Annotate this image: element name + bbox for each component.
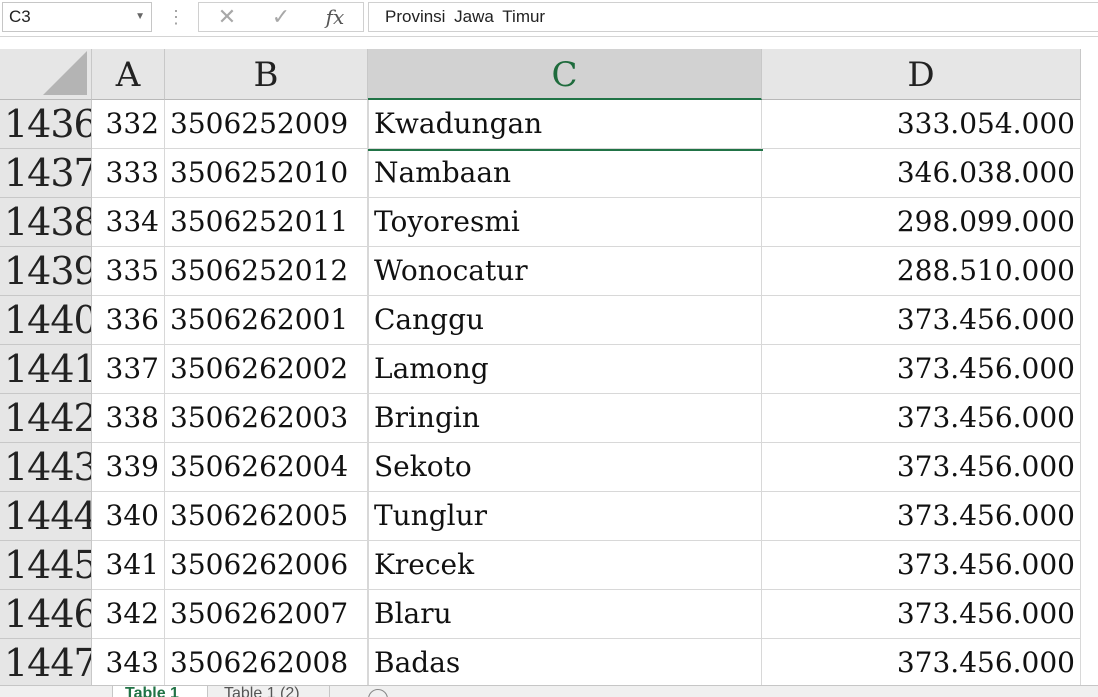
- cell-a[interactable]: 340: [92, 492, 165, 541]
- row-header[interactable]: 1438: [0, 198, 92, 247]
- cell-c[interactable]: Nambaan: [368, 149, 762, 198]
- formula-buttons: ✕ ✓ fx: [198, 2, 364, 32]
- cell-d[interactable]: 373.456.000: [762, 541, 1081, 590]
- cell-d[interactable]: 373.456.000: [762, 394, 1081, 443]
- column-header-b[interactable]: B: [165, 49, 368, 100]
- spreadsheet-grid: ABCD 1436 332 3506252009 Kwadungan 333.054.0…: [0, 49, 1098, 685]
- cell-a[interactable]: 337: [92, 345, 165, 394]
- selected-column-indicator: [368, 149, 763, 151]
- cell-b[interactable]: 3506262006: [165, 541, 368, 590]
- cell-b[interactable]: 3506262008: [165, 639, 368, 685]
- formula-bar: C3 ▼ ⋮ ✕ ✓ fx Provinsi Jawa Timur: [0, 0, 1098, 37]
- cell-b[interactable]: 3506262003: [165, 394, 368, 443]
- insert-function-button[interactable]: fx: [315, 3, 355, 31]
- cell-b[interactable]: 3506252011: [165, 198, 368, 247]
- cell-c[interactable]: Krecek: [368, 541, 762, 590]
- row-header[interactable]: 1437: [0, 149, 92, 198]
- cell-b[interactable]: 3506262007: [165, 590, 368, 639]
- cell-d[interactable]: 373.456.000: [762, 590, 1081, 639]
- cell-c[interactable]: Canggu: [368, 296, 762, 345]
- row-header[interactable]: 1444: [0, 492, 92, 541]
- enter-icon[interactable]: ✓: [261, 3, 301, 31]
- cell-a[interactable]: 332: [92, 100, 165, 149]
- cell-c[interactable]: Toyoresmi: [368, 198, 762, 247]
- cell-c[interactable]: Kwadungan: [368, 100, 762, 149]
- cell-d[interactable]: 346.038.000: [762, 149, 1081, 198]
- select-all-corner[interactable]: [0, 49, 92, 100]
- cancel-icon[interactable]: ✕: [207, 3, 247, 31]
- name-box[interactable]: C3 ▼: [2, 2, 152, 32]
- cell-d[interactable]: 288.510.000: [762, 247, 1081, 296]
- row-header[interactable]: 1440: [0, 296, 92, 345]
- row-header[interactable]: 1446: [0, 590, 92, 639]
- cell-b[interactable]: 3506262001: [165, 296, 368, 345]
- cell-a[interactable]: 339: [92, 443, 165, 492]
- column-header-d[interactable]: D: [762, 49, 1081, 100]
- cell-d[interactable]: 373.456.000: [762, 296, 1081, 345]
- sheet-tab-bar: Table 1 Table 1 (2): [0, 685, 1098, 697]
- row-header[interactable]: 1442: [0, 394, 92, 443]
- cell-c[interactable]: Sekoto: [368, 443, 762, 492]
- chevron-down-icon[interactable]: ▼: [135, 3, 145, 31]
- formula-input[interactable]: Provinsi Jawa Timur: [368, 2, 1098, 32]
- cell-d[interactable]: 373.456.000: [762, 639, 1081, 685]
- cell-a[interactable]: 338: [92, 394, 165, 443]
- name-box-value: C3: [9, 7, 31, 26]
- row-header[interactable]: 1436: [0, 100, 92, 149]
- cell-c[interactable]: Bringin: [368, 394, 762, 443]
- cell-a[interactable]: 335: [92, 247, 165, 296]
- cell-a[interactable]: 334: [92, 198, 165, 247]
- cell-a[interactable]: 336: [92, 296, 165, 345]
- cell-c[interactable]: Lamong: [368, 345, 762, 394]
- cell-c[interactable]: Badas: [368, 639, 762, 685]
- cell-b[interactable]: 3506252012: [165, 247, 368, 296]
- row-header[interactable]: 1443: [0, 443, 92, 492]
- drag-handle-icon[interactable]: ⋮: [160, 4, 190, 30]
- row-header[interactable]: 1439: [0, 247, 92, 296]
- cell-b[interactable]: 3506262002: [165, 345, 368, 394]
- sheet-tab-active[interactable]: Table 1: [112, 686, 208, 697]
- cell-d[interactable]: 373.456.000: [762, 492, 1081, 541]
- cell-a[interactable]: 341: [92, 541, 165, 590]
- cell-a[interactable]: 342: [92, 590, 165, 639]
- cell-d[interactable]: 373.456.000: [762, 443, 1081, 492]
- cell-b[interactable]: 3506252009: [165, 100, 368, 149]
- column-header-c[interactable]: C: [368, 49, 762, 100]
- cell-b[interactable]: 3506262005: [165, 492, 368, 541]
- row-header[interactable]: 1447: [0, 639, 92, 685]
- cell-d[interactable]: 373.456.000: [762, 345, 1081, 394]
- cell-c[interactable]: Wonocatur: [368, 247, 762, 296]
- cell-a[interactable]: 343: [92, 639, 165, 685]
- cell-d[interactable]: 333.054.000: [762, 100, 1081, 149]
- row-header[interactable]: 1445: [0, 541, 92, 590]
- cell-c[interactable]: Tunglur: [368, 492, 762, 541]
- column-header-a[interactable]: A: [92, 49, 165, 100]
- select-all-icon: [43, 51, 87, 95]
- cell-b[interactable]: 3506262004: [165, 443, 368, 492]
- cell-a[interactable]: 333: [92, 149, 165, 198]
- cell-c[interactable]: Blaru: [368, 590, 762, 639]
- cell-b[interactable]: 3506252010: [165, 149, 368, 198]
- cell-d[interactable]: 298.099.000: [762, 198, 1081, 247]
- row-header[interactable]: 1441: [0, 345, 92, 394]
- sheet-tab[interactable]: Table 1 (2): [210, 686, 330, 697]
